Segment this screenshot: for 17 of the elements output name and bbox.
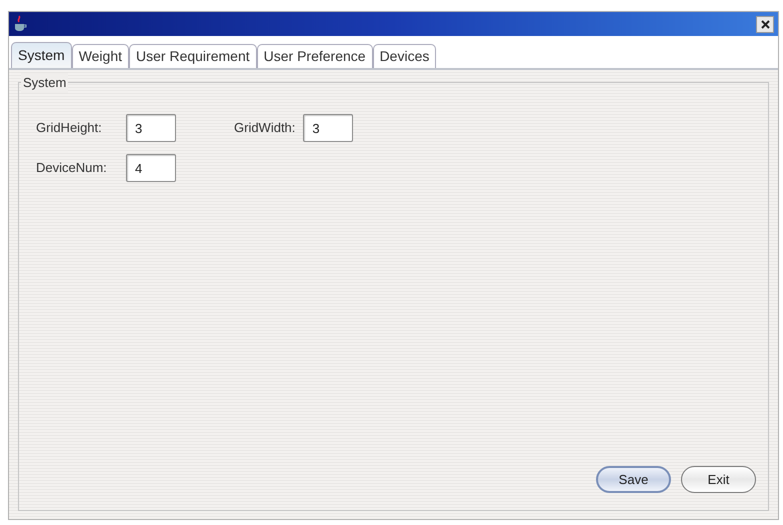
close-button[interactable] <box>756 16 774 32</box>
field-label: GridWidth: <box>234 119 296 138</box>
tab[interactable]: Devices <box>372 44 436 68</box>
input-field[interactable]: 4 <box>126 154 176 182</box>
java-cup-icon <box>13 15 27 33</box>
tab[interactable]: User Requirement <box>129 44 257 68</box>
field-label: DeviceNum: <box>36 159 108 178</box>
tab[interactable]: Weight <box>72 44 130 68</box>
group-title: System <box>21 73 68 92</box>
tab[interactable]: User Preference <box>256 44 373 68</box>
input-field[interactable]: 3 <box>126 114 176 142</box>
save-button[interactable]: Save <box>596 466 671 493</box>
input-field[interactable]: 3 <box>303 114 354 142</box>
close-icon <box>760 20 770 28</box>
tab[interactable]: System <box>11 42 72 68</box>
field-label: GridHeight: <box>36 119 103 138</box>
exit-button[interactable]: Exit <box>681 466 756 493</box>
